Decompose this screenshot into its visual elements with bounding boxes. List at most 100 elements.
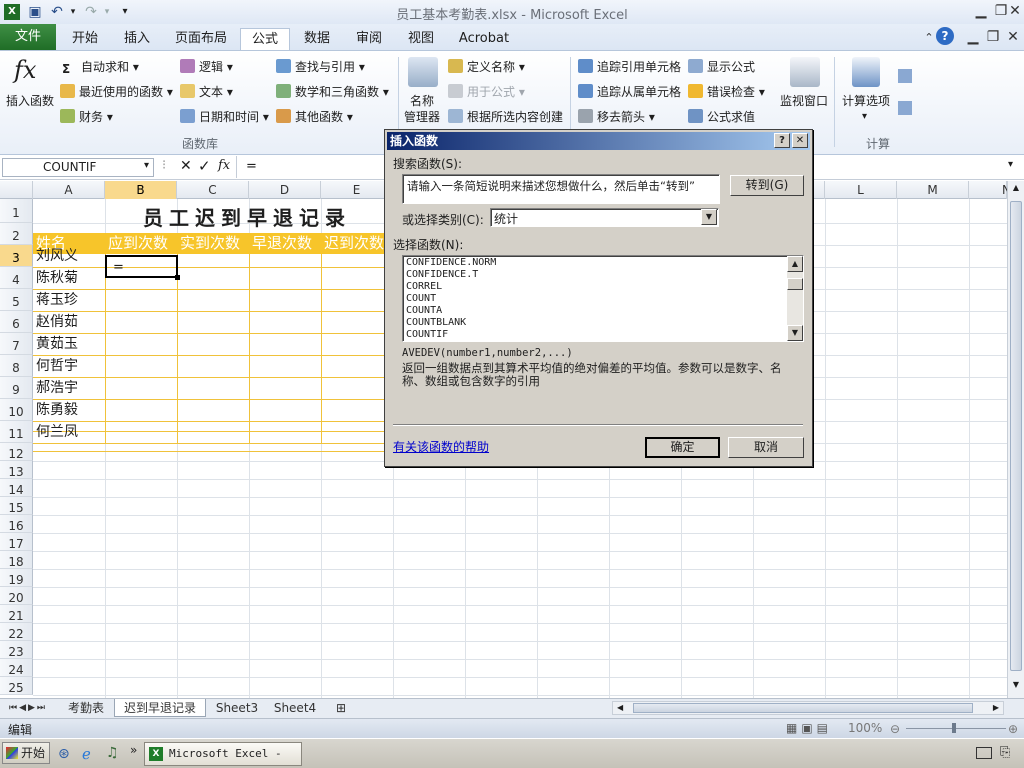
excel-taskbar-item[interactable]: Microsoft Excel - ...	[144, 742, 302, 766]
row-header-21[interactable]: 21	[0, 605, 33, 623]
datetime-button[interactable]: 日期和时间 ▾	[180, 109, 269, 125]
row-header-22[interactable]: 22	[0, 623, 33, 641]
name-manager-label-2[interactable]: 管理器	[404, 109, 440, 125]
name-manager-label-1[interactable]: 名称	[410, 93, 434, 109]
function-list-item[interactable]: COUNTA	[404, 305, 784, 317]
row-header-8[interactable]: 8	[0, 355, 33, 377]
list-scroll-up-icon[interactable]: ▲	[787, 256, 803, 272]
sheet-tab-sheet4[interactable]: Sheet4	[268, 699, 322, 717]
row-header-9[interactable]: 9	[0, 377, 33, 399]
expand-icon[interactable]: ⁝	[162, 158, 176, 176]
row-header-6[interactable]: 6	[0, 311, 33, 333]
quicklaunch-2-icon[interactable]: ♫	[106, 745, 119, 761]
row-header-12[interactable]: 12	[0, 443, 33, 461]
column-header-d[interactable]: D	[249, 181, 321, 199]
expand-formula-icon[interactable]: ▾	[1008, 159, 1013, 170]
tab-view[interactable]: 视图	[396, 28, 446, 50]
dialog-close-icon[interactable]: ✕	[792, 133, 808, 148]
doc-close-icon[interactable]: ✕	[1002, 28, 1024, 46]
dialog-help-icon[interactable]: ?	[774, 133, 790, 148]
minimize-icon[interactable]: ▁	[970, 2, 992, 20]
header-cell-early[interactable]: 早退次数	[249, 233, 321, 254]
financial-button[interactable]: 财务 ▾	[60, 109, 113, 125]
logical-button[interactable]: 逻辑 ▾	[180, 59, 233, 75]
trace-dependents-button[interactable]: 追踪从属单元格	[578, 84, 681, 100]
tray-icon[interactable]: ⎘	[1000, 745, 1010, 760]
row-header-17[interactable]: 17	[0, 533, 33, 551]
row-header-4[interactable]: 4	[0, 267, 33, 289]
create-from-selection-button[interactable]: 根据所选内容创建	[448, 109, 563, 125]
function-help-link[interactable]: 有关该函数的帮助	[393, 438, 489, 455]
tab-review[interactable]: 审阅	[344, 28, 394, 50]
cancel-formula-icon[interactable]: ✕	[180, 158, 192, 174]
row-header-19[interactable]: 19	[0, 569, 33, 587]
help-icon[interactable]: ?	[936, 27, 954, 45]
category-dropdown-icon[interactable]: ▼	[701, 209, 717, 225]
function-list-scrollbar[interactable]: ▲ ▼	[787, 256, 803, 341]
name-box[interactable]: COUNTIF	[2, 158, 154, 177]
row-header-1[interactable]: 1	[0, 199, 33, 223]
row-header-2[interactable]: 2	[0, 223, 33, 245]
row-header-24[interactable]: 24	[0, 659, 33, 677]
math-button[interactable]: 数学和三角函数 ▾	[276, 84, 389, 100]
recent-functions-button[interactable]: 最近使用的函数 ▾	[60, 84, 173, 100]
ie-icon[interactable]: ℯ	[82, 745, 91, 763]
quicklaunch-more-icon[interactable]: »	[130, 743, 137, 757]
insert-sheet-icon[interactable]: ⊞	[330, 699, 352, 717]
define-name-button[interactable]: 定义名称 ▾	[448, 59, 525, 75]
vertical-scrollbar[interactable]: ▲ ▼	[1007, 181, 1024, 698]
employee-name-cell[interactable]: 何哲宇	[33, 356, 105, 377]
use-in-formula-button[interactable]: 用于公式 ▾	[448, 84, 525, 100]
tab-formulas[interactable]: 公式	[240, 28, 290, 50]
zoom-slider-thumb[interactable]	[952, 723, 956, 733]
view-buttons-icon[interactable]: ▦▣▤	[786, 721, 832, 735]
remove-arrows-button[interactable]: 移去箭头 ▾	[578, 109, 655, 125]
select-all-corner[interactable]	[0, 181, 33, 199]
tab-home[interactable]: 开始	[60, 28, 110, 50]
sheet-tab-sheet3[interactable]: Sheet3	[210, 699, 264, 717]
sheet-tab-attendance[interactable]: 考勤表	[60, 699, 112, 717]
column-header-n[interactable]: N	[969, 181, 1007, 199]
employee-name-cell[interactable]: 郝浩宇	[33, 378, 105, 399]
row-header-5[interactable]: 5	[0, 289, 33, 311]
function-list-item[interactable]: COUNT	[404, 293, 784, 305]
calc-options-button[interactable]: 计算选项	[842, 93, 890, 109]
employee-name-cell[interactable]: 何兰凤	[33, 422, 105, 443]
employee-name-cell[interactable]: 陈勇毅	[33, 400, 105, 421]
watch-window-button[interactable]: 监视窗口	[780, 93, 828, 109]
h-scroll-thumb[interactable]	[633, 703, 973, 713]
row-header-3[interactable]: 3	[0, 245, 33, 267]
function-list-item[interactable]: CORREL	[404, 281, 784, 293]
row-header-14[interactable]: 14	[0, 479, 33, 497]
tab-page-layout[interactable]: 页面布局	[168, 28, 234, 50]
row-header-20[interactable]: 20	[0, 587, 33, 605]
column-header-m[interactable]: M	[897, 181, 969, 199]
calc-sheet-icon[interactable]	[898, 101, 912, 115]
column-header-e[interactable]: E	[321, 181, 393, 199]
row-header-23[interactable]: 23	[0, 641, 33, 659]
autosum-button[interactable]: Σ 自动求和 ▾	[62, 59, 139, 76]
go-button[interactable]: 转到(G)	[730, 175, 804, 196]
row-header-11[interactable]: 11	[0, 421, 33, 443]
header-cell-late[interactable]: 迟到次数	[321, 233, 393, 254]
scroll-up-icon[interactable]: ▲	[1010, 183, 1022, 197]
column-header-b[interactable]: B	[105, 181, 177, 199]
calc-now-icon[interactable]	[898, 69, 912, 83]
employee-name-cell[interactable]: 陈秋菊	[33, 268, 105, 289]
zoom-level[interactable]: 100%	[848, 721, 882, 735]
scroll-left-icon[interactable]: ◀	[617, 702, 623, 714]
sheet-nav-icons[interactable]: ⏮◀▶⏭	[2, 699, 54, 717]
list-scroll-down-icon[interactable]: ▼	[787, 325, 803, 341]
dialog-title-bar[interactable]: 插入函数	[387, 132, 810, 150]
quicklaunch-icon[interactable]: ⊛	[58, 746, 70, 762]
doc-restore-icon[interactable]: ❐	[982, 28, 1004, 46]
row-header-16[interactable]: 16	[0, 515, 33, 533]
tab-insert[interactable]: 插入	[112, 28, 162, 50]
error-check-button[interactable]: 错误检查 ▾	[688, 84, 765, 100]
zoom-out-icon[interactable]: ⊖	[890, 722, 900, 736]
keyboard-icon[interactable]	[976, 747, 992, 759]
ok-button[interactable]: 确定	[645, 437, 720, 458]
text-button[interactable]: 文本 ▾	[180, 84, 233, 100]
sheet-tab-late-early[interactable]: 迟到早退记录	[114, 699, 206, 717]
evaluate-button[interactable]: 公式求值	[688, 109, 755, 125]
